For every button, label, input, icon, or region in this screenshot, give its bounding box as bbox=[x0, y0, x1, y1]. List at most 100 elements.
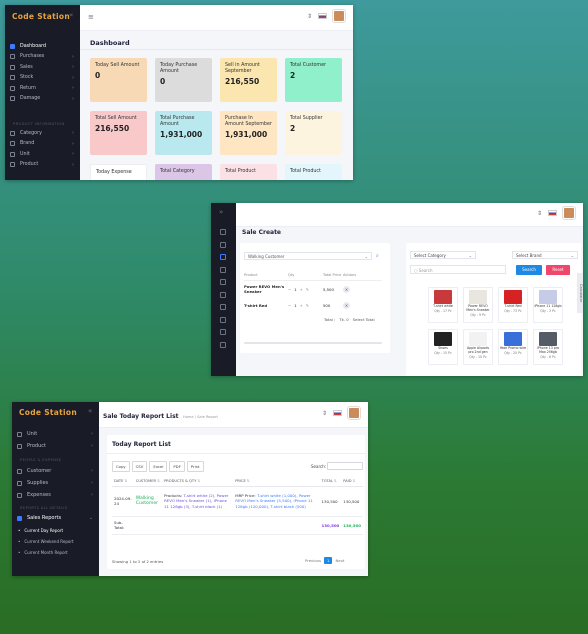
stat-card-today-sell-amount[interactable]: Today Sell Amount 0 bbox=[90, 58, 147, 102]
expand-icon[interactable]: ⇕ bbox=[322, 410, 327, 417]
search-button[interactable]: Search bbox=[516, 265, 542, 275]
stat-card-sell-in-amount-september[interactable]: Sell in Amount September 216,550 bbox=[220, 58, 277, 102]
sidebar-item-expenses[interactable]: Expenses › bbox=[12, 489, 99, 501]
stat-card-total-supplier[interactable]: Total Supplier 2 bbox=[285, 111, 342, 155]
sidebar-item-customer[interactable]: Customer › bbox=[12, 465, 99, 477]
dashboard-icon[interactable] bbox=[220, 229, 226, 235]
plus-icon[interactable]: + bbox=[300, 287, 303, 292]
minus-icon[interactable]: − bbox=[288, 287, 291, 292]
excel-button[interactable]: Excel bbox=[149, 461, 168, 472]
delete-icon[interactable]: × bbox=[343, 301, 350, 309]
sidebar-item-stock[interactable]: Stock › bbox=[5, 73, 80, 83]
purchase-icon[interactable] bbox=[220, 241, 226, 248]
copy-button[interactable]: Copy bbox=[112, 461, 130, 472]
product-card[interactable]: iPhone 13 pro Max 256gb Qty - 6 Pc bbox=[533, 329, 563, 365]
stat-card-label: Total Product bbox=[290, 169, 321, 174]
stat-card-today-expense[interactable]: Today Expense bbox=[90, 164, 147, 180]
column-header-products-qty[interactable]: PRODUCTS & QTY⇅ bbox=[162, 476, 233, 486]
product-card[interactable]: Apple Airpods pro 2nd gen Qty - 10 Pc bbox=[463, 329, 493, 365]
stock-icon[interactable] bbox=[220, 266, 226, 273]
sidebar-item-label: Expenses bbox=[27, 492, 51, 498]
language-flag-icon[interactable] bbox=[318, 13, 327, 19]
minus-icon[interactable]: − bbox=[288, 303, 291, 308]
sidebar-item-label: Brand bbox=[20, 141, 35, 146]
plus-icon[interactable]: + bbox=[300, 303, 303, 308]
collapse-icon[interactable]: » bbox=[219, 208, 223, 216]
edit-icon[interactable]: ✎ bbox=[306, 303, 309, 308]
sidebar-collapse-icon[interactable]: « bbox=[88, 407, 92, 415]
product-icon[interactable] bbox=[220, 341, 226, 348]
quantity-stepper[interactable]: −1 + ✎ bbox=[288, 303, 323, 308]
stat-card-total-category[interactable]: Total Category bbox=[155, 164, 212, 180]
product-card[interactable]: Power REVO Men's Sneaker Qty - 9 Pc bbox=[463, 287, 493, 323]
sidebar-item-return[interactable]: Return › bbox=[5, 83, 80, 93]
table-search-input[interactable] bbox=[327, 462, 363, 470]
stat-card-purchase-in-amount-september[interactable]: Purchase In Amount September 1,931,000 bbox=[220, 111, 277, 155]
sidebar-item-damage[interactable]: Damage › bbox=[5, 94, 80, 104]
pagination-next[interactable]: Next bbox=[335, 558, 344, 563]
quantity-stepper[interactable]: −1 + ✎ bbox=[288, 287, 323, 292]
stat-card-total-sell-amount[interactable]: Total Sell Amount 216,550 bbox=[90, 111, 147, 155]
pagination-page-1[interactable]: 1 bbox=[324, 557, 333, 564]
sidebar-item-purchases[interactable]: Purchases › bbox=[5, 52, 80, 62]
sidebar-collapse-icon[interactable]: « bbox=[69, 11, 73, 19]
column-header-paid[interactable]: PAID⇅ bbox=[341, 476, 363, 486]
reset-button[interactable]: Reset bbox=[546, 265, 570, 275]
language-flag-icon[interactable] bbox=[548, 210, 557, 216]
customer-select[interactable]: Walking Customer ⌄ bbox=[244, 252, 372, 260]
category-icon[interactable] bbox=[220, 304, 226, 310]
sidebar-subitem-current-weekend-report[interactable]: • Current Weekend Report bbox=[12, 536, 99, 547]
stat-card-total-product[interactable]: Total Product bbox=[220, 164, 277, 180]
sales-icon[interactable] bbox=[220, 254, 226, 260]
search-icon[interactable]: ⌕ bbox=[376, 253, 379, 259]
language-flag-icon[interactable] bbox=[333, 410, 342, 416]
print-button[interactable]: Print bbox=[186, 461, 204, 472]
stat-card-total-customer[interactable]: Total Customer 2 bbox=[285, 58, 342, 102]
damage-icon[interactable] bbox=[220, 291, 226, 298]
stat-card-today-purchase-amount[interactable]: Today Purchase Amount 0 bbox=[155, 58, 212, 102]
sidebar-subitem-current-month-report[interactable]: • Current Month Report bbox=[12, 547, 99, 558]
pagination-previous[interactable]: Previous bbox=[305, 558, 321, 563]
sidebar-item-category[interactable]: Category › bbox=[5, 128, 80, 138]
menu-icon[interactable]: ≡ bbox=[88, 13, 94, 21]
brand-select[interactable]: Select Brand ⌄ bbox=[512, 251, 578, 259]
expand-icon[interactable]: ⇕ bbox=[537, 210, 542, 217]
column-header-date[interactable]: DATE⇅ bbox=[112, 476, 134, 486]
sidebar-item-product[interactable]: Product › bbox=[5, 160, 80, 170]
pdf-button[interactable]: PDF bbox=[169, 461, 185, 472]
column-header-price[interactable]: PRICE⇅ bbox=[233, 476, 319, 486]
column-header-total[interactable]: TOTAL⇅ bbox=[320, 476, 342, 486]
brand-icon[interactable] bbox=[220, 316, 226, 323]
calculator-tab[interactable]: Calculator bbox=[577, 273, 583, 313]
sidebar-item-dashboard[interactable]: Dashboard bbox=[5, 41, 80, 51]
sidebar-item-sales[interactable]: Sales › bbox=[5, 62, 80, 72]
sidebar-subitem-current-day-report[interactable]: • Current Day Report bbox=[12, 525, 99, 536]
avatar[interactable] bbox=[348, 407, 360, 419]
avatar[interactable] bbox=[333, 10, 345, 22]
product-card[interactable]: T-shirt white Qty - 17 Pc bbox=[428, 287, 458, 323]
sidebar-item-unit[interactable]: Unit › bbox=[5, 149, 80, 159]
product-search-input[interactable]: ○ Search bbox=[410, 265, 506, 274]
sidebar-item-supplies[interactable]: Supplies › bbox=[12, 477, 99, 489]
unit-icon[interactable] bbox=[220, 329, 226, 335]
cart-scrollbar[interactable] bbox=[244, 342, 382, 344]
expand-icon[interactable]: ⇕ bbox=[307, 13, 312, 20]
sidebar-item-unit[interactable]: Unit › bbox=[12, 428, 99, 440]
category-select[interactable]: Select Category ⌄ bbox=[410, 251, 476, 259]
column-header-customer[interactable]: CUSTOMER⇅ bbox=[134, 476, 162, 486]
product-card[interactable]: T-shirt Red Qty - 73 Pc bbox=[498, 287, 528, 323]
csv-button[interactable]: CSV bbox=[131, 461, 148, 472]
sidebar-item-sales-reports[interactable]: Sales Reports ⌄ bbox=[12, 512, 99, 524]
stat-card-total-product[interactable]: Total Product bbox=[285, 164, 342, 180]
product-card[interactable]: Yeon Promo wire Qty - 20 Pc bbox=[498, 329, 528, 365]
product-card[interactable]: Shoes Qty - 15 Pc bbox=[428, 329, 458, 365]
product-card[interactable]: iPhone 11 128gb Qty - 3 Pc bbox=[533, 287, 563, 323]
edit-icon[interactable]: ✎ bbox=[306, 287, 309, 292]
avatar[interactable] bbox=[563, 207, 575, 219]
return-icon[interactable] bbox=[220, 279, 226, 285]
stat-card-total-purchase-amount[interactable]: Total Purchase Amount 1,931,000 bbox=[155, 111, 212, 155]
panel-title: Today Report List bbox=[112, 441, 171, 448]
sidebar-item-brand[interactable]: Brand › bbox=[5, 139, 80, 149]
delete-icon[interactable]: × bbox=[343, 285, 350, 293]
sidebar-item-product[interactable]: Product › bbox=[12, 440, 99, 452]
